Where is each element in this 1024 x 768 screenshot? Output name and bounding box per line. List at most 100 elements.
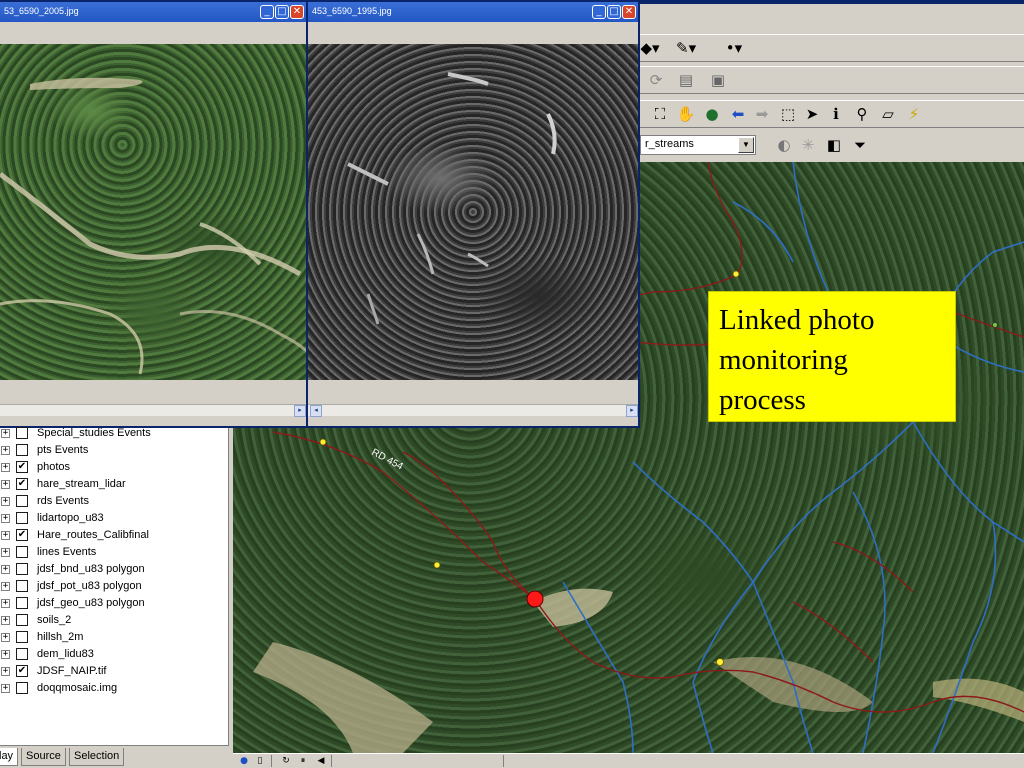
pause-icon[interactable]: ⏸ [297, 755, 309, 767]
layer-name[interactable]: pts Events [37, 442, 88, 459]
layer-name[interactable]: rds Events [37, 493, 89, 510]
layer-name[interactable]: jdsf_pot_u83 polygon [37, 578, 142, 595]
layer-row[interactable]: + ✔ photos [0, 459, 229, 476]
layer-checkbox[interactable]: ✔ [16, 461, 28, 473]
layer-checkbox[interactable] [16, 648, 28, 660]
layer-row[interactable]: + hillsh_2m [0, 629, 229, 646]
expand-icon[interactable]: + [1, 429, 10, 438]
layer-checkbox[interactable] [16, 597, 28, 609]
expand-icon[interactable]: + [1, 548, 10, 557]
layer-checkbox[interactable] [16, 512, 28, 524]
image-icon[interactable]: ▣ [708, 70, 728, 90]
layer-checkbox[interactable]: ✔ [16, 529, 28, 541]
display-options-icon[interactable]: ⏷ [850, 135, 870, 155]
layer-row[interactable]: + ✔ hare_stream_lidar [0, 476, 229, 493]
minimize-button[interactable]: _ [592, 5, 606, 19]
layer-checkbox[interactable] [16, 631, 28, 643]
marker-color-icon[interactable]: •▾ [724, 38, 744, 58]
layout-view-icon[interactable]: ▯ [254, 755, 266, 767]
contrast-icon[interactable]: ◐ [774, 135, 794, 155]
transparency-icon[interactable]: ◧ [824, 135, 844, 155]
layer-checkbox[interactable]: ✔ [16, 478, 28, 490]
data-view-icon[interactable]: ● [238, 755, 250, 767]
expand-icon[interactable]: + [1, 565, 10, 574]
layer-row[interactable]: + dem_lidu83 [0, 646, 229, 663]
layer-row[interactable]: + lidartopo_u83 [0, 510, 229, 527]
expand-icon[interactable]: + [1, 633, 10, 642]
pan-icon[interactable]: ✋ [676, 104, 696, 124]
layer-name[interactable]: jdsf_bnd_u83 polygon [37, 561, 145, 578]
layer-name[interactable]: soils_2 [37, 612, 71, 629]
layer-checkbox[interactable] [16, 580, 28, 592]
layer-checkbox[interactable] [16, 614, 28, 626]
expand-icon[interactable]: + [1, 446, 10, 455]
expand-icon[interactable]: + [1, 497, 10, 506]
brightness-icon[interactable]: ✳ [798, 135, 818, 155]
find-icon[interactable]: ⚲ [852, 104, 872, 124]
refresh-icon[interactable]: ↻ [280, 755, 292, 767]
layer-checkbox[interactable] [16, 546, 28, 558]
photo-window-1995[interactable]: 453_6590_1995.jpg _ □ ✕ ◂ ▸ [306, 0, 640, 428]
expand-icon[interactable]: + [1, 616, 10, 625]
minimize-button[interactable]: _ [260, 5, 274, 19]
layer-name[interactable]: doqqmosaic.img [37, 680, 117, 697]
expand-icon[interactable]: + [1, 480, 10, 489]
layer-name[interactable]: hare_stream_lidar [37, 476, 126, 493]
layer-name[interactable]: hillsh_2m [37, 629, 83, 646]
expand-icon[interactable]: + [1, 582, 10, 591]
hyperlink-icon[interactable]: ⚡ [904, 104, 924, 124]
layer-row[interactable]: + jdsf_pot_u83 polygon [0, 578, 229, 595]
full-extent-icon[interactable]: ⛶ [650, 104, 670, 124]
layer-row[interactable]: + jdsf_bnd_u83 polygon [0, 561, 229, 578]
line-color-icon[interactable]: ✎▾ [676, 38, 696, 58]
layer-row[interactable]: + jdsf_geo_u83 polygon [0, 595, 229, 612]
horizontal-scrollbar[interactable]: ▸ [0, 404, 306, 417]
photo-point-marker[interactable] [526, 590, 544, 608]
select-features-icon[interactable]: ⬚ [778, 104, 798, 124]
layer-checkbox[interactable] [16, 444, 28, 456]
scroll-right-icon[interactable]: ▸ [626, 405, 638, 417]
layer-row[interactable]: + ✔ Hare_routes_Calibfinal [0, 527, 229, 544]
globe-icon[interactable]: ● [702, 104, 722, 124]
tab-source[interactable]: Source [21, 748, 66, 766]
back-icon[interactable]: ⬅ [728, 104, 748, 124]
expand-icon[interactable]: + [1, 650, 10, 659]
table-icon[interactable]: ▤ [676, 70, 696, 90]
expand-icon[interactable]: + [1, 531, 10, 540]
layer-row[interactable]: + ✔ JDSF_NAIP.tif [0, 663, 229, 680]
layer-row[interactable]: + rds Events [0, 493, 229, 510]
expand-icon[interactable]: + [1, 684, 10, 693]
layer-name[interactable]: lines Events [37, 544, 96, 561]
scroll-right-icon[interactable]: ▸ [294, 405, 306, 417]
layer-select[interactable]: r_streams ▼ [640, 135, 756, 155]
layer-checkbox[interactable]: ✔ [16, 665, 28, 677]
close-button[interactable]: ✕ [622, 5, 636, 19]
layer-checkbox[interactable] [16, 682, 28, 694]
layer-name[interactable]: photos [37, 459, 70, 476]
window-title-bar[interactable]: 453_6590_1995.jpg [308, 2, 638, 22]
layer-row[interactable]: + lines Events [0, 544, 229, 561]
identify-icon[interactable]: ℹ [826, 104, 846, 124]
layer-name[interactable]: Hare_routes_Calibfinal [37, 527, 149, 544]
layer-name[interactable]: lidartopo_u83 [37, 510, 104, 527]
tab-selection[interactable]: Selection [69, 748, 125, 766]
layer-checkbox[interactable] [16, 495, 28, 507]
maximize-button[interactable]: □ [275, 5, 289, 19]
layer-name[interactable]: Special_studies Events [37, 425, 151, 442]
scroll-left-icon[interactable]: ◂ [310, 405, 322, 417]
tab-display[interactable]: lay [0, 748, 19, 766]
layer-name[interactable]: JDSF_NAIP.tif [37, 663, 107, 680]
layer-row[interactable]: + Special_studies Events [0, 425, 229, 442]
rotate-icon[interactable]: ⟳ [646, 70, 666, 90]
layer-checkbox[interactable] [16, 563, 28, 575]
layer-checkbox[interactable] [16, 427, 28, 439]
measure-icon[interactable]: ⏥ [878, 104, 898, 124]
expand-icon[interactable]: + [1, 463, 10, 472]
photo-window-2005[interactable]: 53_6590_2005.jpg _ □ ✕ ▸ [0, 0, 308, 428]
close-button[interactable]: ✕ [290, 5, 304, 19]
expand-icon[interactable]: + [1, 667, 10, 676]
layer-row[interactable]: + soils_2 [0, 612, 229, 629]
expand-icon[interactable]: + [1, 599, 10, 608]
select-element-icon[interactable]: ➤ [802, 104, 822, 124]
style-dropdown-icon[interactable]: ◆▾ [640, 38, 660, 58]
